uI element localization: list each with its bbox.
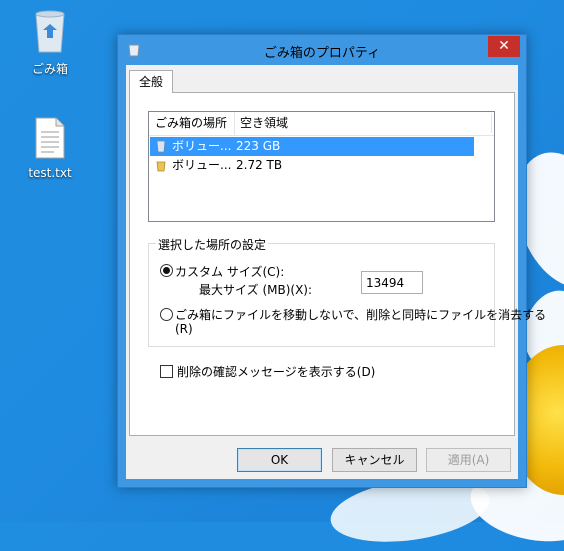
list-row[interactable]: ボリュー... 223 GB (150, 137, 474, 156)
no-move-label[interactable]: ごみ箱にファイルを移動しないで、削除と同時にファイルを消去する (175, 306, 546, 323)
group-legend: 選択した場所の設定 (156, 236, 269, 253)
location-list[interactable]: ごみ箱の場所 空き領域 ボリュー... 223 GB ボリュー... 2.72 … (148, 111, 495, 222)
row-location: ボリュー... (172, 139, 232, 153)
window-title: ごみ箱のプロパティ (263, 46, 381, 61)
column-divider (491, 114, 492, 133)
confirm-delete-label[interactable]: 削除の確認メッセージを表示する(D) (177, 363, 375, 380)
list-row[interactable]: ボリュー... 2.72 TB (150, 156, 474, 175)
desktop-icon-test-txt[interactable]: test.txt (10, 116, 90, 180)
column-header-location[interactable]: ごみ箱の場所 (149, 112, 235, 135)
cancel-button[interactable]: キャンセル (332, 448, 417, 472)
no-move-label-cont: (R) (175, 322, 193, 336)
recycle-bin-properties-window: ごみ箱のプロパティ ✕ 全般 ごみ箱の場所 空き領域 ボリュー... 223 G… (117, 34, 546, 488)
desktop-icon-recycle-bin[interactable]: ごみ箱 (10, 8, 90, 77)
row-free-space: 223 GB (236, 139, 281, 153)
ok-button[interactable]: OK (237, 448, 322, 472)
text-file-icon (35, 117, 65, 159)
close-button[interactable]: ✕ (488, 36, 520, 57)
recycle-bin-icon (35, 10, 65, 53)
row-free-space: 2.72 TB (236, 158, 283, 172)
radio-dot (163, 267, 170, 274)
max-size-input[interactable]: 13494 (361, 271, 423, 294)
confirm-delete-checkbox[interactable] (160, 365, 173, 378)
dialog-body: 全般 ごみ箱の場所 空き領域 ボリュー... 223 GB ボリュー... 2.… (126, 65, 546, 479)
desktop-icon-label: test.txt (28, 166, 72, 180)
desktop-icon-label: ごみ箱 (31, 62, 68, 76)
recycle-bin-drive-icon (156, 140, 166, 153)
custom-size-radio[interactable] (160, 264, 173, 277)
close-icon: ✕ (498, 38, 510, 54)
row-location: ボリュー... (172, 158, 232, 172)
max-size-label: 最大サイズ (MB)(X): (199, 283, 313, 297)
custom-size-label[interactable]: カスタム サイズ(C): (175, 263, 284, 280)
title-bar[interactable]: ごみ箱のプロパティ ✕ (118, 35, 526, 65)
tab-general[interactable]: 全般 (129, 70, 173, 93)
column-header-free-space[interactable]: 空き領域 (235, 112, 475, 135)
list-header: ごみ箱の場所 空き領域 (149, 112, 494, 136)
apply-button[interactable]: 適用(A) (426, 448, 511, 472)
folder-drive-icon (156, 161, 166, 172)
no-move-radio[interactable] (160, 308, 173, 321)
